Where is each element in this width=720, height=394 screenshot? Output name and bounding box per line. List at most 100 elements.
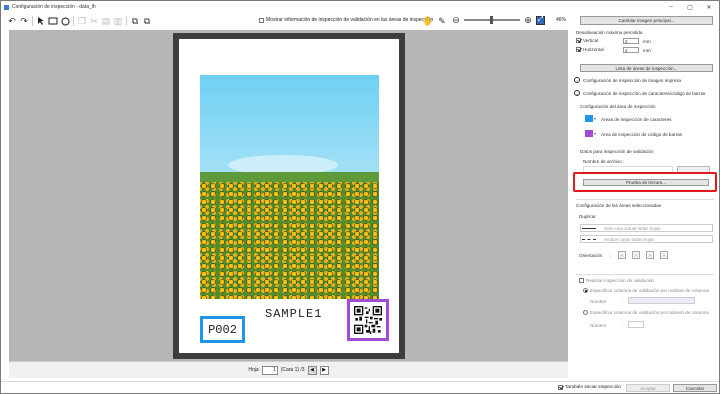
barcode-area-label: Área de inspección de código de barras: [601, 132, 682, 137]
char-area-swatch[interactable]: [585, 115, 593, 122]
next-page-icon[interactable]: ▶: [319, 365, 329, 375]
section-divider: [576, 199, 714, 200]
vertical-offset-row: Vertical: [576, 38, 598, 43]
horizontal-unit: mm: [643, 48, 651, 53]
orientation-0-button[interactable]: A: [618, 251, 626, 259]
horizontal-checkbox[interactable]: [576, 47, 581, 52]
number-input[interactable]: [628, 321, 644, 328]
apply-button[interactable]: Aceptar: [626, 384, 670, 392]
also-start-label: También iniciar inspección: [565, 385, 621, 390]
horizontal-value-input[interactable]: 2: [623, 47, 639, 53]
change-image-button[interactable]: Cambiar imagen principal...: [580, 16, 713, 25]
zoom-control: ⊖ ⊕ ⤢ 46%: [451, 15, 566, 25]
dup-option1-label: Solo cara actual todas hojas: [604, 225, 661, 231]
also-start-row: También iniciar inspección: [558, 385, 621, 390]
number-label: Número: [590, 323, 607, 328]
vertical-unit: mm: [643, 39, 651, 44]
paper: SAMPLE1 P002: [179, 39, 399, 353]
number-colon: :: [622, 323, 624, 328]
horizontal-offset-row: Horizontal: [576, 47, 604, 52]
redo-icon[interactable]: ↷: [19, 16, 29, 26]
file-name-label: Nombre de archivo :: [583, 159, 625, 164]
bring-forward-icon[interactable]: ⧉: [130, 16, 140, 26]
eyedropper-icon[interactable]: ✎: [437, 16, 447, 26]
zoom-value: 46%: [556, 17, 567, 23]
area-config-title: Configuración del área de inspección: [580, 104, 656, 109]
orientation-270-button[interactable]: A: [660, 251, 668, 259]
list-areas-button[interactable]: Lista de áreas de inspección...: [580, 64, 713, 72]
cancel-button[interactable]: Cancelar: [673, 384, 717, 392]
by-number-radio[interactable]: [583, 310, 588, 315]
rectangle-icon[interactable]: [48, 16, 58, 26]
hill: [200, 172, 379, 182]
vertical-value-input[interactable]: 2: [623, 38, 639, 44]
cut-icon[interactable]: ✂: [89, 16, 99, 26]
horizontal-label: Horizontal: [583, 47, 604, 52]
char-inspection-area[interactable]: P002: [200, 316, 245, 343]
chevron-down-icon[interactable]: ⌄: [574, 90, 580, 96]
prev-page-icon[interactable]: ◀: [307, 365, 317, 375]
page-frame: SAMPLE1 P002: [173, 33, 405, 359]
page-navigator: Hoja 1 (Cara 1) /3 ◀ ▶: [9, 361, 568, 378]
undo-icon[interactable]: ↶: [7, 16, 17, 26]
by-name-row: Especificar columna de validación por no…: [583, 288, 709, 293]
section-print-header[interactable]: Configuración de inspección de imagen im…: [583, 78, 681, 83]
show-validation-checkbox-row[interactable]: Mostrar información de inspección de val…: [259, 17, 433, 23]
toolbar-divider: [126, 16, 127, 26]
chevron-right-icon[interactable]: ›: [574, 77, 580, 83]
char-area-text: P002: [208, 322, 237, 337]
barcode-inspection-area[interactable]: [347, 299, 389, 341]
chevron-down-icon[interactable]: ▾: [594, 131, 600, 137]
circle-icon[interactable]: [60, 16, 70, 26]
dup-option2-label: Ambas caras todas hojas: [604, 236, 655, 242]
vertical-checkbox[interactable]: [576, 38, 581, 43]
toolbar-divider: [32, 16, 33, 26]
sheet-number-input[interactable]: 1: [261, 365, 278, 375]
preview-canvas[interactable]: SAMPLE1 P002: [9, 30, 568, 361]
dup-option2-icon: [582, 238, 596, 240]
char-area-label: Áreas de inspección de caracteres: [601, 117, 672, 122]
maximize-icon[interactable]: ▢: [682, 1, 698, 13]
chevron-down-icon[interactable]: ▾: [594, 116, 600, 122]
dup-option1-row[interactable]: Solo cara actual todas hojas: [580, 224, 713, 232]
pointer-icon[interactable]: [36, 16, 46, 26]
dialog-footer: También iniciar inspección Aceptar Cance…: [1, 381, 719, 393]
hand-icon[interactable]: ✋: [422, 16, 433, 26]
copy-icon[interactable]: ❐: [77, 16, 87, 26]
show-validation-checkbox[interactable]: [259, 17, 264, 23]
send-backward-icon[interactable]: ⧉: [142, 16, 152, 26]
also-start-checkbox[interactable]: [558, 385, 563, 390]
sample-text: SAMPLE1: [265, 307, 323, 321]
name-select[interactable]: [628, 297, 695, 304]
by-name-label: Especificar columna de validación por no…: [590, 288, 709, 293]
reading-test-button[interactable]: Prueba de lectura...: [583, 179, 709, 186]
zoom-out-icon[interactable]: ⊖: [451, 15, 461, 25]
max-offset-title: Desalineación máxima permitida: [576, 30, 643, 35]
vertical-label: Vertical: [583, 38, 599, 43]
by-number-label: Especificar columna de validación por nú…: [590, 310, 709, 315]
fit-to-window-icon[interactable]: ⤢: [536, 15, 545, 25]
by-name-radio[interactable]: [583, 288, 588, 293]
by-number-row: Especificar columna de validación por nú…: [583, 310, 709, 315]
zoom-slider[interactable]: [464, 16, 520, 24]
perform-validation-row: Realizar inspección de validación: [579, 278, 654, 283]
paste-icon[interactable]: ▤: [101, 16, 111, 26]
orientation-label: Orientación: [579, 253, 603, 258]
app-icon: [4, 4, 9, 10]
orientation-90-button[interactable]: A: [632, 251, 640, 259]
sunflower-field: [200, 182, 379, 299]
dup-option2-row[interactable]: Ambas caras todas hojas: [580, 235, 713, 243]
show-validation-label: Mostrar información de inspección de val…: [266, 17, 434, 23]
perform-validation-label: Realizar inspección de validación: [586, 278, 654, 283]
section-char-code-header[interactable]: Configuración de inspección de caractere…: [583, 91, 705, 96]
perform-validation-checkbox[interactable]: [579, 278, 584, 283]
minimize-icon[interactable]: –: [663, 1, 679, 13]
delete-icon[interactable]: ▥: [113, 16, 123, 26]
sheet-label: Hoja: [248, 367, 259, 373]
barcode-area-swatch[interactable]: [585, 130, 593, 137]
zoom-slider-knob[interactable]: [489, 16, 493, 24]
qr-code-icon: [354, 306, 382, 334]
orientation-180-button[interactable]: A: [646, 251, 654, 259]
zoom-in-icon[interactable]: ⊕: [523, 15, 533, 25]
close-icon[interactable]: ✕: [701, 1, 717, 13]
